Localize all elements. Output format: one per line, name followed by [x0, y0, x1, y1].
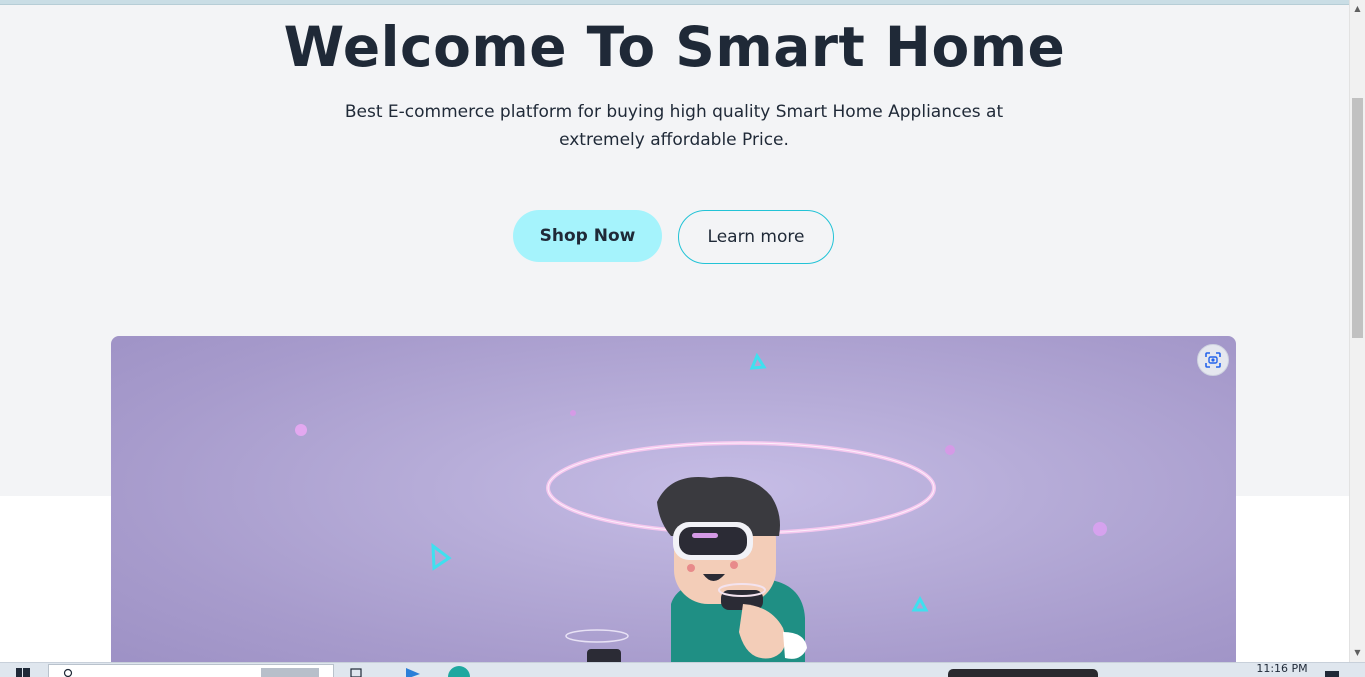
hero-illustration [111, 336, 1236, 662]
os-taskbar: 11:16 PM [0, 662, 1365, 677]
vr-character-illustration [295, 352, 1107, 662]
scroll-up-arrow-icon[interactable]: ▲ [1350, 2, 1365, 16]
floating-orb [295, 424, 307, 436]
scrollbar-thumb[interactable] [1352, 98, 1363, 338]
screenshot-scan-button[interactable] [1197, 344, 1229, 376]
floating-orb [945, 445, 955, 455]
small-ring [565, 629, 629, 643]
shop-now-button[interactable]: Shop Now [513, 210, 662, 262]
screenshot-scan-icon [1205, 352, 1221, 368]
edge-browser-icon[interactable] [447, 665, 471, 677]
floating-triangle [911, 595, 929, 612]
media-player-icon[interactable] [404, 665, 422, 677]
floating-orb [570, 410, 576, 416]
scroll-down-arrow-icon[interactable]: ▼ [1350, 646, 1365, 660]
webpage: Welcome To Smart Home Best E-commerce pl… [0, 0, 1349, 662]
search-thumbnail [261, 668, 319, 677]
floating-triangle [749, 352, 767, 370]
hero-subtitle: Best E-commerce platform for buying high… [344, 102, 1004, 150]
floating-orb [1093, 522, 1107, 536]
controller-base [587, 649, 621, 662]
taskbar-running-app[interactable] [948, 669, 1098, 677]
top-border-strip [0, 0, 1349, 5]
vertical-scrollbar[interactable]: ▲ ▼ [1349, 0, 1365, 662]
hero-title: Welcome To Smart Home [283, 15, 1066, 79]
floating-triangle [431, 542, 452, 571]
notification-icon[interactable] [1324, 665, 1340, 677]
taskbar-clock[interactable]: 11:16 PM [1252, 663, 1312, 675]
windows-start-icon[interactable] [16, 665, 30, 677]
search-icon [63, 668, 73, 677]
task-view-icon[interactable] [350, 665, 364, 677]
learn-more-button[interactable]: Learn more [678, 210, 834, 264]
taskbar-search-box[interactable] [48, 664, 334, 677]
